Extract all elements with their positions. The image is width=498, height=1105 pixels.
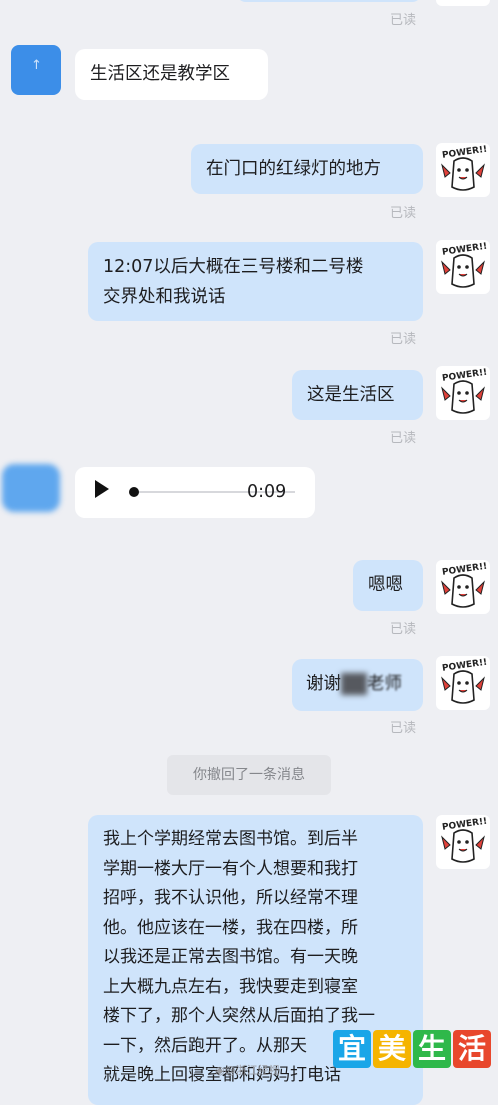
watermark-char-2: 美 [373,1030,411,1068]
outgoing-message[interactable]: 谢谢 老师 [292,659,423,711]
outgoing-message[interactable]: 12:07以后大概在三号楼和二号楼 交界处和我说话 [88,242,423,321]
incoming-message[interactable]: 生活区还是教学区 [75,49,268,100]
power-sticker-icon: POWER!! [441,368,488,414]
my-avatar[interactable]: POWER!! [436,656,490,710]
my-avatar[interactable]: POWER!! [436,240,490,294]
message-text-line: 招呼，我不认识他，所以经常不理 [103,888,358,908]
message-text: 这是生活区 [307,385,395,405]
voice-progress-knob[interactable] [129,487,139,497]
read-receipt: 已读 [390,206,417,221]
my-avatar[interactable]: POWER!! [436,143,490,197]
recalled-notice: 你撤回了一条消息 [167,755,331,795]
watermark-char-1: 宜 [333,1030,371,1068]
watermark-handle: ◉@浙江经视 [215,1064,280,1077]
read-receipt: 已读 [390,622,417,637]
redaction-blur [341,673,367,695]
read-receipt: 已读 [390,721,417,736]
message-text-line: 我上个学期经常去图书馆。到后半 [103,829,358,849]
my-avatar[interactable]: POWER!! [436,815,490,869]
read-receipt: 已读 [390,13,417,28]
weibo-icon: ◉ [215,1064,225,1077]
read-receipt: 已读 [390,332,417,347]
voice-duration: 0:09 [247,482,287,502]
message-text: 生活区还是教学区 [90,64,230,84]
outgoing-message[interactable]: 嗯嗯 [353,560,423,611]
power-sticker-icon: POWER!! [441,242,488,288]
watermark-char-3: 生 [413,1030,451,1068]
message-text-line: 交界处和我说话 [103,287,226,307]
message-text-line: 他。他应该在一楼，我在四楼，所 [103,917,358,938]
message-text-line: 上大概九点左右，我快要走到寝室 [103,976,358,997]
message-text-line: 楼下了，那个人突然从后面拍了我一 [103,1006,375,1026]
message-text: 谢谢 [306,674,341,694]
power-sticker-icon: POWER!! [441,562,488,608]
my-avatar[interactable]: POWER!! [436,366,490,420]
message-bubble-partial[interactable] [236,0,422,2]
read-receipt: 已读 [390,431,417,446]
contact-avatar[interactable]: ↑ [11,45,61,95]
outgoing-message[interactable]: 这是生活区 [292,370,423,420]
power-sticker-icon: POWER!! [441,145,488,191]
message-text: 在门口的红绿灯的地方 [206,159,381,179]
outgoing-message[interactable]: 在门口的红绿灯的地方 [191,144,423,194]
power-sticker-icon: POWER!! [441,817,488,863]
message-text-line: 12:07以后大概在三号楼和二号楼 [103,257,364,277]
contact-avatar-blurred[interactable] [2,464,60,512]
power-sticker-icon: POWER!! [441,658,488,704]
my-avatar-partial[interactable] [436,0,490,6]
up-arrow-icon: ↑ [31,58,42,73]
play-icon[interactable] [95,480,109,498]
message-text-line: 学期一楼大厅一有个人想要和我打 [103,858,358,879]
message-text: 嗯嗯 [368,575,403,595]
my-avatar[interactable]: POWER!! [436,560,490,614]
voice-message[interactable]: 0:09 [75,467,315,518]
message-text-line: 以我还是正常去图书馆。有一天晚 [103,947,358,967]
watermark-char-4: 活 [453,1030,491,1068]
message-text: 老师 [367,674,402,694]
